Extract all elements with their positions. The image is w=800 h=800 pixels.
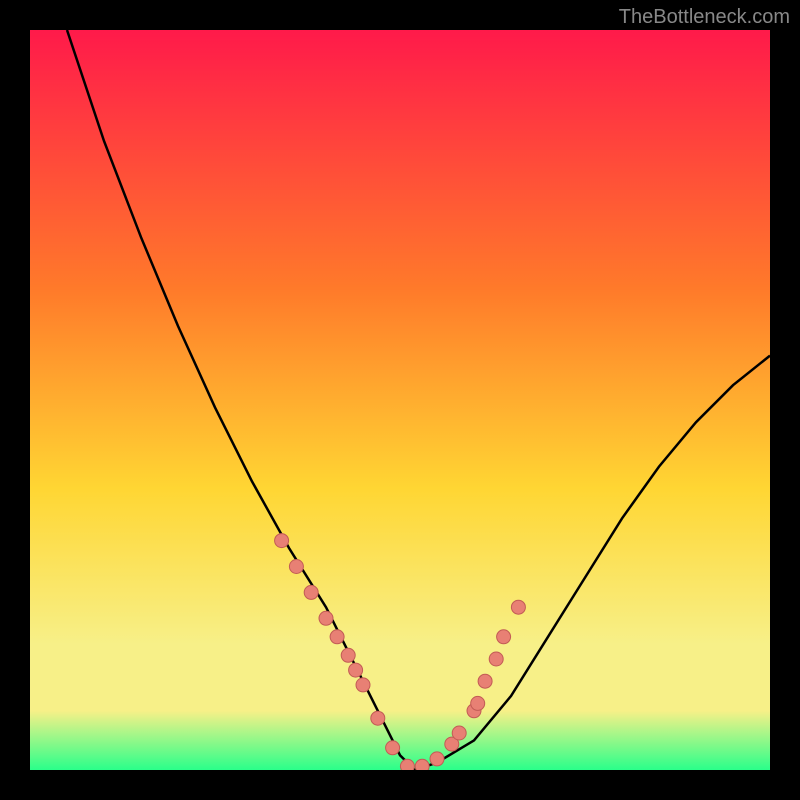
- data-marker: [489, 652, 503, 666]
- data-marker: [471, 696, 485, 710]
- data-marker: [478, 674, 492, 688]
- data-marker: [400, 759, 414, 770]
- data-marker: [319, 611, 333, 625]
- data-marker: [452, 726, 466, 740]
- data-marker: [349, 663, 363, 677]
- marker-group: [275, 534, 526, 770]
- data-marker: [275, 534, 289, 548]
- data-marker: [356, 678, 370, 692]
- data-marker: [511, 600, 525, 614]
- data-marker: [289, 560, 303, 574]
- watermark-text: TheBottleneck.com: [619, 6, 790, 29]
- data-marker: [386, 741, 400, 755]
- data-marker: [304, 585, 318, 599]
- data-marker: [430, 752, 444, 766]
- chart-svg: [30, 30, 770, 770]
- bottleneck-curve: [67, 30, 770, 770]
- data-marker: [341, 648, 355, 662]
- data-marker: [415, 759, 429, 770]
- plot-area: [30, 30, 770, 770]
- data-marker: [330, 630, 344, 644]
- data-marker: [371, 711, 385, 725]
- data-marker: [497, 630, 511, 644]
